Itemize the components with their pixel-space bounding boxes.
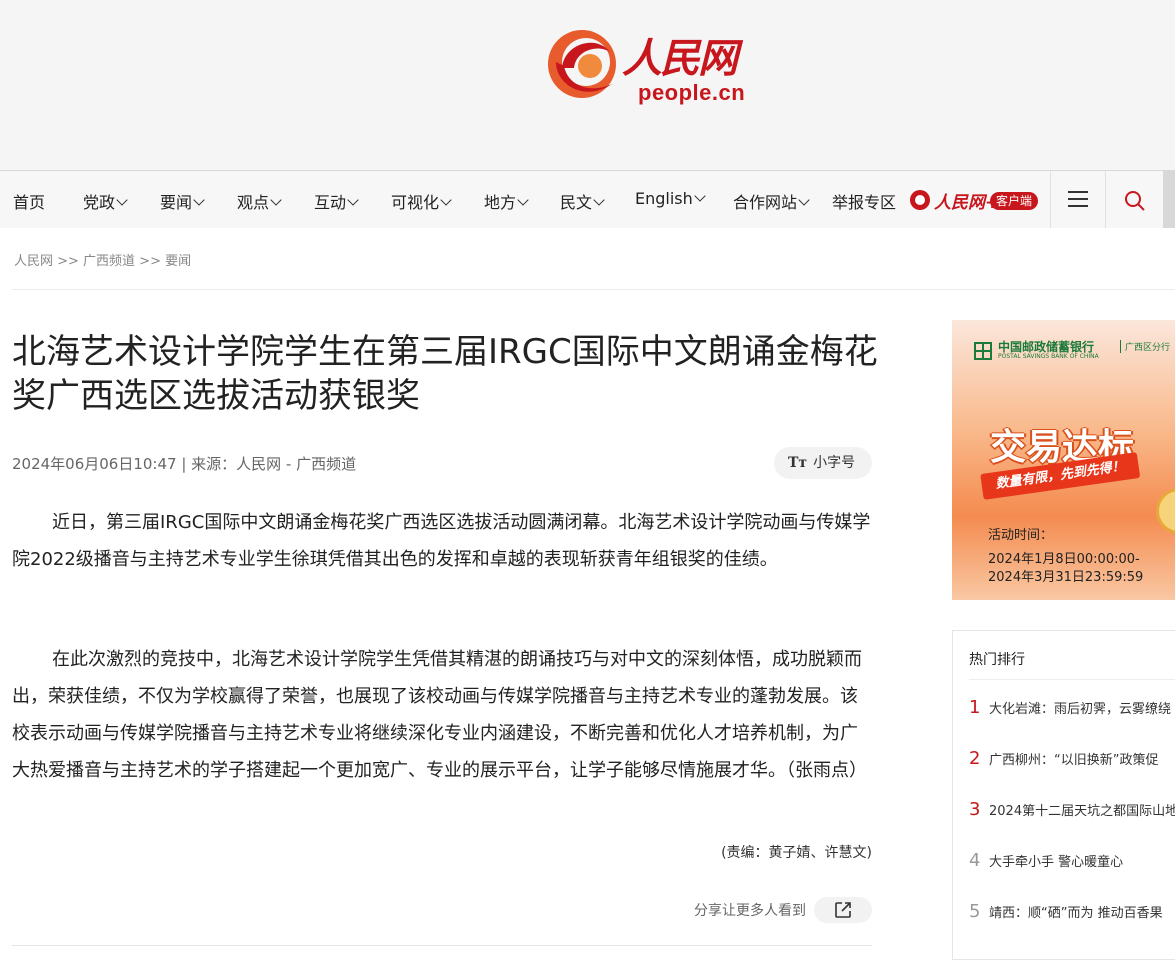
divider — [969, 679, 1175, 680]
nav-item-news[interactable]: 要闻 — [160, 189, 205, 213]
chevron-down-icon — [440, 194, 452, 206]
nav-item-label: 首页 — [13, 193, 46, 212]
coin-icon — [1156, 488, 1175, 534]
share-button[interactable] — [814, 897, 872, 923]
hot-rank: 5 — [969, 901, 981, 922]
nav-item-report[interactable]: 举报专区 — [832, 189, 896, 213]
hot-item[interactable]: 5 靖西：顺“硒”而为 推动百香果 — [969, 901, 1163, 925]
hot-rank: 3 — [969, 799, 981, 820]
chevron-down-icon — [517, 194, 529, 206]
nav-item-label: 互动 — [314, 193, 347, 212]
hot-item[interactable]: 4 大手牵小手 警心暖童心 — [969, 850, 1123, 874]
nav-item-home[interactable]: 首页 — [13, 189, 45, 213]
nav-item-interaction[interactable]: 互动 — [314, 189, 359, 213]
nav-item-label: 民文 — [560, 193, 593, 212]
nav-item-label: 合作网站 — [733, 193, 798, 212]
nav-item-label: 可视化 — [391, 193, 440, 212]
logo-domain: people.cn — [638, 80, 746, 105]
nav-item-label: 要闻 — [160, 193, 193, 212]
hot-item[interactable]: 3 2024第十二届天坑之都国际山地 — [969, 799, 1175, 823]
ad-branch: 广西区分行 — [1120, 340, 1170, 353]
editor-credit: (责编：黄子婧、许慧文) — [721, 845, 872, 861]
hot-item-text: 大手牵小手 警心暖童心 — [989, 855, 1124, 870]
share-label: 分享让更多人看到 — [694, 903, 806, 919]
hamburger-menu-icon[interactable] — [1068, 191, 1088, 207]
chevron-down-icon — [347, 194, 359, 206]
chevron-down-icon — [116, 194, 128, 206]
hot-item-text: 靖西：顺“硒”而为 推动百香果 — [989, 906, 1163, 921]
font-size-toggle[interactable]: Tт 小字号 — [774, 447, 872, 479]
hot-item-text: 2024第十二届天坑之都国际山地 — [989, 804, 1175, 819]
nav-item-partners[interactable]: 合作网站 — [733, 189, 810, 213]
hot-item-text: 大化岩滩：雨后初霁，云雾缭绕 — [989, 702, 1172, 717]
app-client-badge: 客户端 — [990, 192, 1039, 210]
nav-item-party[interactable]: 党政 — [83, 189, 128, 213]
nav-item-opinion[interactable]: 观点 — [237, 189, 282, 213]
chevron-down-icon — [270, 194, 282, 206]
ad-time-label: 活动时间： — [988, 528, 1054, 543]
nav-item-local[interactable]: 地方 — [484, 189, 529, 213]
hot-item[interactable]: 2 广西柳州：“以旧换新”政策促 — [969, 748, 1158, 772]
hot-rank: 4 — [969, 850, 981, 871]
chevron-down-icon — [694, 190, 706, 202]
divider — [12, 945, 872, 946]
divider — [12, 289, 1175, 290]
hot-ranking-title: 热门排行 — [969, 652, 1025, 668]
hot-rank: 1 — [969, 697, 981, 718]
ad-time-start: 2024年1月8日00:00:00- — [988, 552, 1140, 567]
article-paragraph: 近日，第三届IRGC国际中文朗诵金梅花奖广西选区选拔活动圆满闭幕。北海艺术设计学… — [12, 512, 871, 570]
app-logo-icon — [910, 190, 930, 210]
nav-item-label: English — [635, 189, 693, 208]
article-meta: 2024年06月06日10:47 | 来源：人民网 - 广西频道 — [12, 455, 357, 473]
logo-wordmark: 人民网 — [622, 35, 738, 82]
logo-swirl-icon — [548, 30, 616, 98]
hot-rank: 2 — [969, 748, 981, 769]
sidebar-ad[interactable]: 中国邮政储蓄银行 POSTAL SAVINGS BANK OF CHINA 广西… — [952, 320, 1175, 600]
main-nav: 首页 党政 要闻 观点 互动 可视化 地方 民文 English 合作网站 举报… — [0, 170, 1175, 228]
chevron-down-icon — [193, 194, 205, 206]
nav-item-visual[interactable]: 可视化 — [391, 189, 452, 213]
chevron-down-icon — [593, 194, 605, 206]
hot-item[interactable]: 1 大化岩滩：雨后初霁，云雾缭绕 — [969, 697, 1171, 721]
font-size-icon: Tт — [788, 455, 808, 471]
search-icon[interactable] — [1124, 190, 1145, 211]
nav-item-label: 举报专区 — [832, 193, 897, 212]
share-external-icon — [835, 902, 851, 918]
font-size-label: 小字号 — [813, 455, 856, 471]
article-paragraph: 在此次激烈的竞技中，北海艺术设计学院学生凭借其精湛的朗诵技巧与对中文的深刻体悟，… — [12, 649, 867, 781]
chevron-down-icon — [798, 194, 810, 206]
nav-divider — [1105, 171, 1106, 228]
nav-item-label: 观点 — [237, 193, 270, 212]
nav-item-label: 地方 — [484, 193, 517, 212]
share-row: 分享让更多人看到 — [640, 897, 872, 923]
nav-item-label: 党政 — [83, 193, 116, 212]
nav-item-english[interactable]: English — [635, 189, 706, 208]
site-logo[interactable]: 人民网 people.cn — [546, 22, 766, 112]
breadcrumb[interactable]: 人民网 >> 广西频道 >> 要闻 — [14, 250, 191, 269]
nav-item-ethnic[interactable]: 民文 — [560, 189, 605, 213]
hot-ranking: 热门排行 1 大化岩滩：雨后初霁，云雾缭绕 2 广西柳州：“以旧换新”政策促 3 20… — [952, 630, 1175, 960]
nav-edge-tab — [1163, 171, 1175, 228]
hot-item-text: 广西柳州：“以旧换新”政策促 — [989, 753, 1159, 768]
bank-logo-icon — [974, 342, 992, 360]
nav-divider — [1050, 171, 1051, 228]
article-title: 北海艺术设计学院学生在第三届IRGC国际中文朗诵金梅花奖广西选区选拔活动获银奖 — [12, 332, 878, 416]
site-header: 人民网 people.cn — [0, 0, 1175, 170]
ad-bank-name-en: POSTAL SAVINGS BANK OF CHINA — [998, 353, 1099, 360]
ad-time-end: 2024年3月31日23:59:59 — [988, 570, 1144, 585]
